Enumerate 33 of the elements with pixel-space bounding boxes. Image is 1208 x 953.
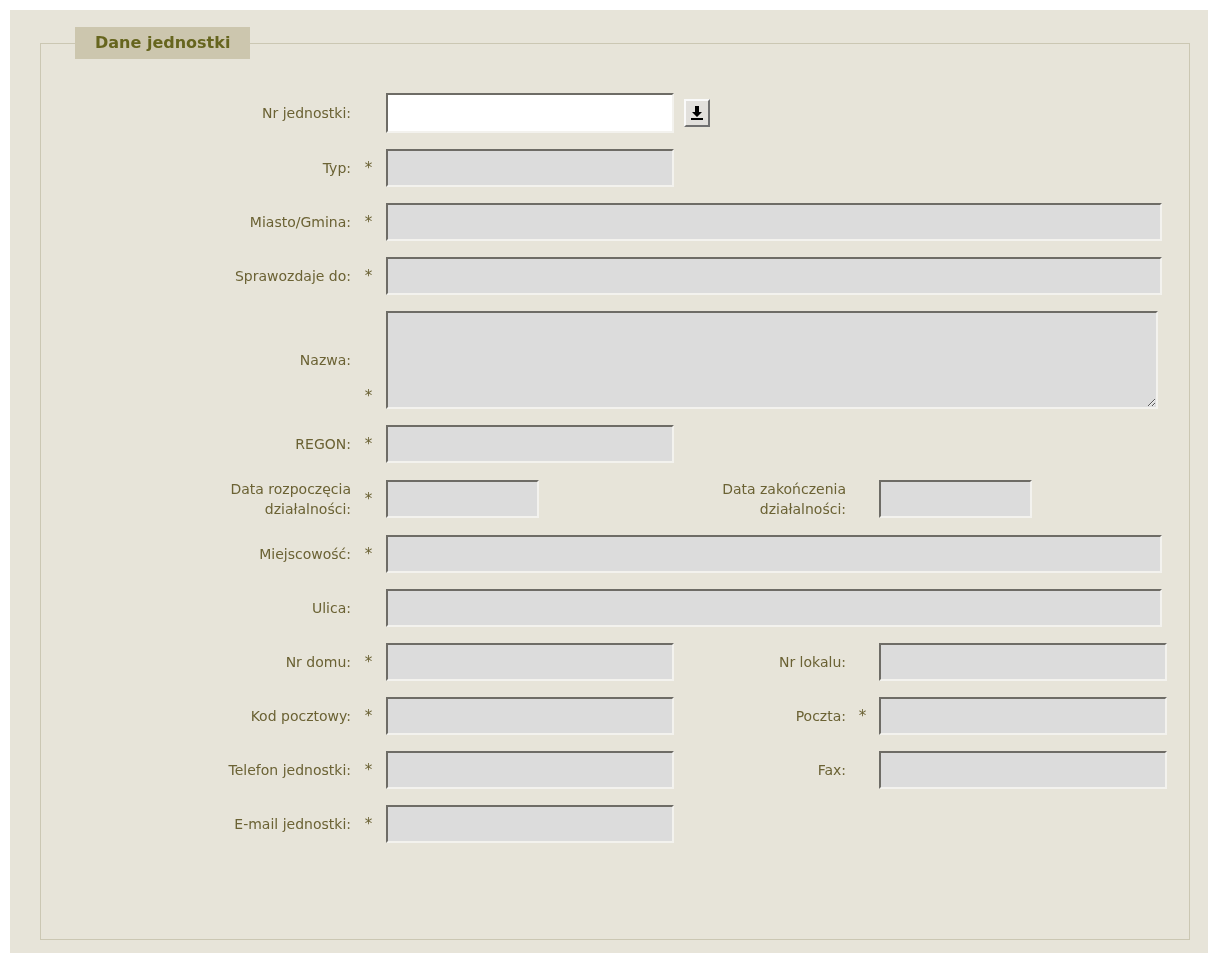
form-group-title: Dane jednostki <box>75 27 251 59</box>
field-label: Telefon jednostki: <box>228 761 351 780</box>
field-label: Typ: <box>322 159 351 178</box>
required-mark: * <box>364 815 373 833</box>
required-mark: * <box>858 707 867 725</box>
field-label: Nazwa: <box>299 351 351 370</box>
required-mark: * <box>364 761 373 779</box>
field-label: Nr lokalu: <box>778 653 846 672</box>
required-mark: * <box>364 653 373 671</box>
field-label: E-mail jednostki: <box>234 815 351 834</box>
field-label: Kod pocztowy: <box>250 707 351 726</box>
required-mark: * <box>364 387 373 405</box>
arrow-down-icon <box>691 106 703 120</box>
required-mark: * <box>364 490 373 508</box>
required-mark: * <box>364 435 373 453</box>
dropdown-button[interactable] <box>684 99 710 127</box>
field-label: Poczta: <box>795 707 846 726</box>
field-label: Miejscowość: <box>259 545 351 564</box>
field-label: Miasto/Gmina: <box>249 213 351 232</box>
field-label: Ulica: <box>311 599 351 618</box>
required-mark: * <box>364 707 373 725</box>
required-mark: * <box>364 159 373 177</box>
required-mark: * <box>364 213 373 231</box>
field-label: Data rozpoczęcia działalności: <box>229 480 351 519</box>
field-label: Nr domu: <box>285 653 351 672</box>
field-label: Data zakończenia działalności: <box>721 480 846 519</box>
field-label: REGON: <box>295 435 351 454</box>
field-label: Nr jednostki: <box>262 104 351 123</box>
required-mark: * <box>364 267 373 285</box>
field-label: Fax: <box>817 761 846 780</box>
input-field[interactable] <box>386 93 674 133</box>
field-label: Sprawozdaje do: <box>234 267 351 286</box>
required-mark: * <box>364 545 373 563</box>
